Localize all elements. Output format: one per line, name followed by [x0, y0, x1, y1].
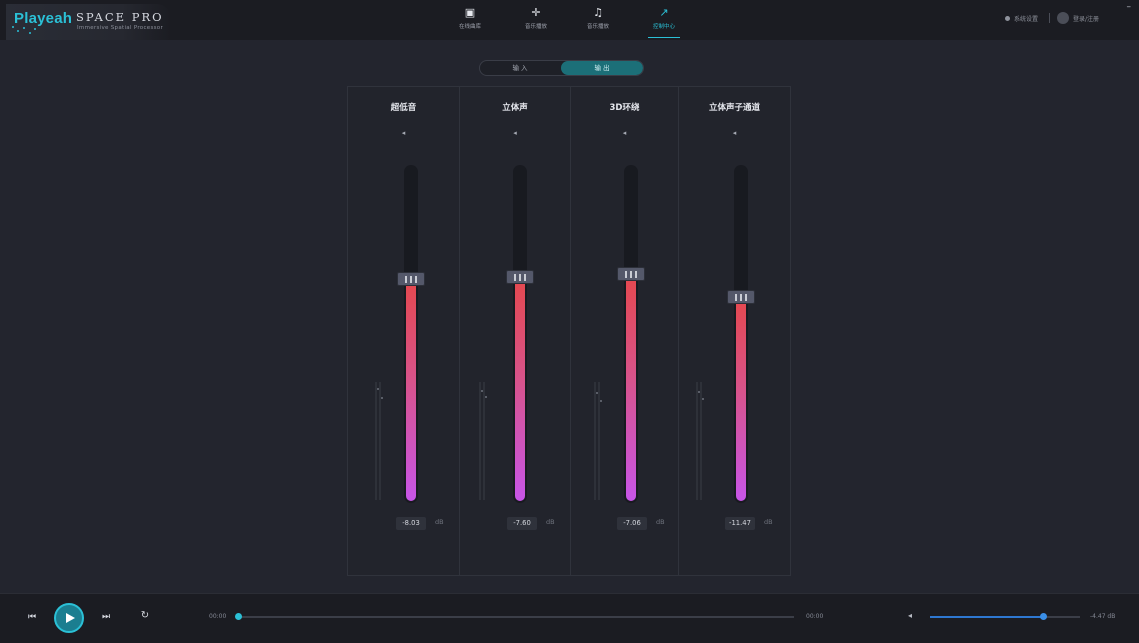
gain-value[interactable]: -7.60: [507, 517, 537, 530]
play-button[interactable]: [54, 603, 84, 633]
nav-label: 控制中心: [652, 24, 675, 30]
gain-unit: dB: [546, 518, 555, 526]
speaker-icon[interactable]: ◂: [620, 129, 630, 137]
music-note-icon: ♫: [593, 6, 603, 19]
music-library-icon: ▣: [464, 6, 476, 19]
volume-knob[interactable]: [1039, 613, 1047, 620]
settings-icon[interactable]: [1005, 16, 1010, 21]
speaker-icon[interactable]: ◂: [399, 129, 409, 137]
volume-slider-thumb[interactable]: [397, 272, 425, 286]
tab-input[interactable]: 输 入: [480, 61, 560, 75]
level-meter: [375, 382, 383, 500]
progress-bar[interactable]: [235, 613, 794, 620]
io-tab-switch: 输 入 输 出: [479, 60, 644, 76]
volume-slider-track[interactable]: [513, 165, 527, 503]
nav-control-center[interactable]: ↗ 控制中心: [642, 6, 686, 38]
volume-slider-thumb[interactable]: [617, 267, 645, 281]
channel-strip-subwoofer: 超低音 ◂ -8.03 dB: [348, 87, 460, 575]
volume-slider-track[interactable]: [404, 165, 418, 503]
volume-slider-track[interactable]: [734, 165, 748, 503]
channel-title: 立体声: [502, 103, 528, 113]
previous-track-button[interactable]: ⏮: [26, 611, 38, 623]
channel-title: 3D环绕: [609, 103, 640, 113]
gain-value[interactable]: -11.47: [725, 517, 755, 530]
brand-subtitle: Immersive Spatial Processor: [77, 25, 164, 31]
progress-knob[interactable]: [235, 613, 242, 620]
output-mixer-panel: 超低音 ◂ -8.03 dB 立体声 ◂ -7.60 dB 3D环绕 ◂ -7.…: [347, 86, 791, 576]
avatar[interactable]: [1057, 12, 1069, 24]
gain-unit: dB: [656, 518, 665, 526]
channel-title: 立体声子通道: [708, 103, 760, 113]
gain-value[interactable]: -7.06: [617, 517, 647, 530]
music-play-icon: ✛: [531, 6, 541, 19]
play-icon: [66, 613, 75, 623]
volume-slider-track[interactable]: [624, 165, 638, 503]
tab-output[interactable]: 输 出: [561, 61, 643, 75]
channel-strip-stereo-sub: 立体声子通道 ◂ -11.47 dB: [679, 87, 790, 575]
nav-label: 音乐播放: [586, 24, 609, 30]
repeat-button[interactable]: ↻: [138, 610, 152, 622]
app-window: Playeah SPACE PRO Immersive Spatial Proc…: [0, 0, 1139, 643]
control-center-icon: ↗: [659, 6, 669, 19]
nav-label: 音乐播放: [524, 24, 547, 30]
level-meter: [696, 382, 704, 500]
level-meter: [594, 382, 602, 500]
channel-title: 超低音: [390, 103, 417, 113]
volume-value: -4.47 dB: [1090, 613, 1116, 620]
volume-slider-fill: [406, 281, 416, 501]
divider: [1049, 13, 1050, 23]
volume-slider-thumb[interactable]: [727, 290, 755, 304]
gain-value[interactable]: -8.03: [396, 517, 426, 530]
current-time: 00:00: [209, 613, 227, 620]
volume-slider-fill: [626, 276, 636, 501]
settings-link[interactable]: 系统设置: [1014, 14, 1038, 23]
speaker-icon[interactable]: ◂: [510, 129, 520, 137]
channel-strip-stereo: 立体声 ◂ -7.60 dB: [460, 87, 571, 575]
volume-fill: [930, 616, 1043, 618]
nav-music-play[interactable]: ✛ 音乐播放: [514, 6, 558, 36]
nav-label: 在线曲库: [458, 24, 481, 30]
nav-music-player[interactable]: ♫ 音乐播放: [576, 6, 620, 36]
total-time: 00:00: [806, 613, 824, 620]
next-track-button[interactable]: ⏭: [100, 611, 112, 623]
nav-online-library[interactable]: ▣ 在线曲库: [448, 6, 492, 36]
minimize-button[interactable]: –: [1127, 2, 1132, 12]
volume-slider-fill: [736, 299, 746, 501]
login-link[interactable]: 登录/注册: [1073, 14, 1099, 23]
level-meter: [479, 382, 487, 500]
volume-slider[interactable]: [930, 613, 1080, 620]
volume-slider-fill: [515, 279, 525, 501]
volume-slider-thumb[interactable]: [506, 270, 534, 284]
speaker-icon[interactable]: ◂: [730, 129, 740, 137]
gain-unit: dB: [435, 518, 444, 526]
player-bar: ⏮ ⏭ ↻ 00:00 00:00 ◂ -4.47 dB: [0, 593, 1139, 643]
channel-strip-3d-surround: 3D环绕 ◂ -7.06 dB: [571, 87, 679, 575]
title-bar: Playeah SPACE PRO Immersive Spatial Proc…: [0, 0, 1139, 40]
gain-unit: dB: [764, 518, 773, 526]
brand-name: SPACE PRO: [76, 10, 164, 24]
top-right-controls: 系统设置 登录/注册: [1005, 12, 1115, 26]
brand-dots-icon: [10, 24, 40, 38]
volume-icon[interactable]: ◂: [908, 611, 912, 620]
brand-logo-area: Playeah SPACE PRO Immersive Spatial Proc…: [6, 4, 171, 40]
